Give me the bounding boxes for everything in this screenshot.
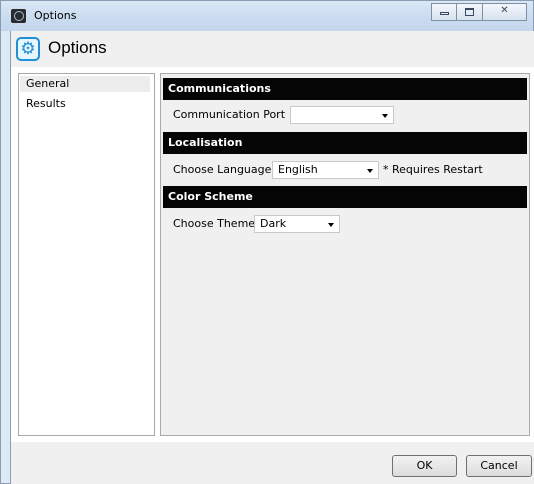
chevron-down-icon — [382, 114, 388, 118]
close-button[interactable]: ✕ — [483, 3, 527, 21]
dialog-footer: OK Cancel — [11, 442, 534, 484]
gear-icon: ⚙ — [16, 37, 40, 61]
maximize-button[interactable] — [457, 3, 483, 21]
language-value: English — [278, 163, 318, 176]
section-header-communications: Communications — [163, 78, 527, 100]
section-header-localisation: Localisation — [163, 132, 527, 154]
communication-port-label: Communication Port — [173, 108, 286, 121]
caption-buttons: ✕ — [431, 3, 527, 21]
chevron-down-icon — [328, 223, 334, 227]
title-bar[interactable]: Options ✕ — [1, 1, 533, 31]
minimize-button[interactable] — [431, 3, 457, 21]
cancel-button[interactable]: Cancel — [466, 455, 532, 477]
choose-theme-label: Choose Theme — [173, 217, 256, 230]
language-dropdown[interactable]: English — [272, 161, 379, 179]
options-window: Options ✕ ⚙ Options General Results Comm… — [0, 0, 534, 484]
dialog-client-area: ⚙ Options General Results Communications… — [10, 31, 534, 484]
theme-dropdown[interactable]: Dark — [254, 215, 340, 233]
choose-language-label: Choose Language — [173, 163, 272, 176]
section-header-color-scheme: Color Scheme — [163, 186, 527, 208]
options-nav-list: General Results — [18, 73, 155, 436]
theme-value: Dark — [260, 217, 287, 230]
app-icon — [11, 9, 26, 23]
dialog-header: ⚙ Options — [11, 31, 534, 67]
nav-item-general[interactable]: General — [20, 76, 150, 92]
maximize-icon — [465, 8, 474, 16]
page-title: Options — [48, 38, 107, 57]
requires-restart-note: * Requires Restart — [383, 163, 483, 176]
chevron-down-icon — [367, 169, 373, 173]
settings-panel: Communications Communication Port Locali… — [160, 73, 530, 436]
close-icon: ✕ — [500, 5, 509, 16]
communication-port-dropdown[interactable] — [290, 106, 394, 124]
minimize-icon — [440, 12, 449, 15]
nav-item-results[interactable]: Results — [20, 96, 150, 112]
ok-button[interactable]: OK — [392, 455, 457, 477]
window-title: Options — [34, 9, 77, 22]
